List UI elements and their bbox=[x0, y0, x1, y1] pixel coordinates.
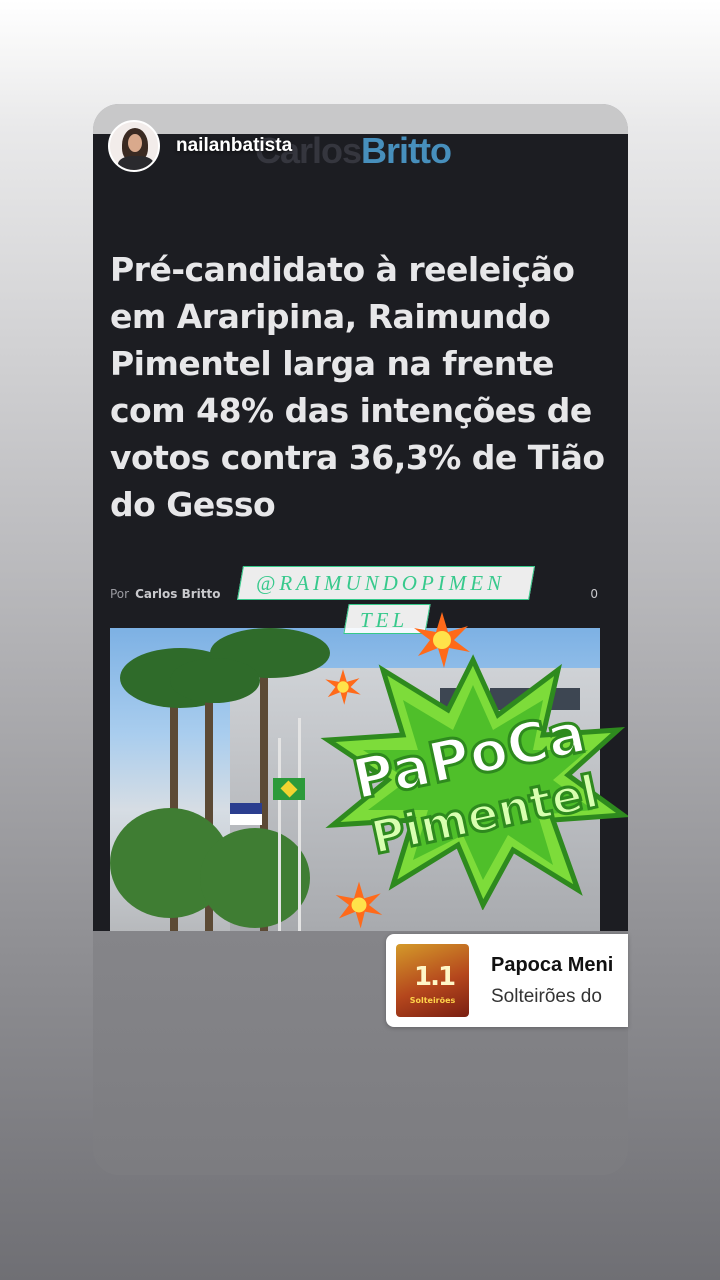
username[interactable]: nailanbatista bbox=[176, 135, 292, 157]
album-art: 1.1 Solteirões bbox=[396, 944, 469, 1017]
spark-icon bbox=[414, 612, 470, 668]
article-headline: Pré-candidato à reeleição em Araripina, … bbox=[110, 250, 605, 524]
song-title: Papoca Meni bbox=[491, 954, 614, 976]
site-logo-part-2: Britto bbox=[361, 130, 452, 171]
state-flag-icon bbox=[230, 803, 262, 825]
story-user-header[interactable]: nailanbatista bbox=[108, 120, 292, 172]
comment-count: 0 bbox=[590, 587, 598, 601]
byline-prefix: Por bbox=[110, 587, 130, 601]
papoca-pimentel-sticker: PaPoCa Pimentel bbox=[320, 654, 628, 910]
mention-sticker[interactable]: @RAIMUNDOPIMEN bbox=[256, 571, 536, 596]
brazil-flag-icon bbox=[273, 778, 305, 800]
mention-sticker-continuation[interactable]: TEL bbox=[360, 608, 408, 633]
spark-icon bbox=[335, 881, 383, 929]
article-byline: Por Carlos Britto bbox=[110, 587, 221, 601]
music-sticker[interactable]: 1.1 Solteirões Papoca Meni Solteirões do bbox=[386, 934, 628, 1027]
byline-author: Carlos Britto bbox=[135, 587, 221, 601]
spark-icon bbox=[325, 669, 361, 705]
song-artist: Solteirões do bbox=[491, 986, 602, 1007]
avatar[interactable] bbox=[108, 120, 160, 172]
album-number: 1.1 bbox=[414, 962, 456, 992]
album-brand: Solteirões bbox=[409, 996, 456, 1005]
